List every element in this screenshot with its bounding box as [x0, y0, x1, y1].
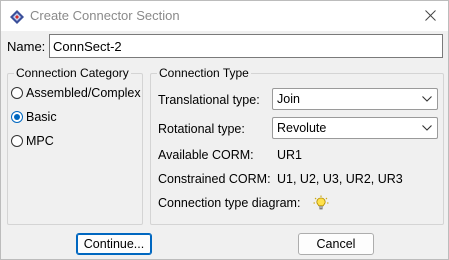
- radio-label: MPC: [26, 134, 54, 148]
- connection-type-legend: Connection Type: [157, 66, 251, 80]
- close-button[interactable]: [412, 1, 448, 31]
- radio-basic[interactable]: Basic: [11, 109, 57, 125]
- rotational-type-value: Revolute: [277, 121, 327, 135]
- translational-type-label: Translational type:: [158, 93, 260, 107]
- chevron-down-icon: [422, 96, 432, 102]
- radio-button[interactable]: [11, 111, 23, 123]
- radio-label: Basic: [26, 110, 57, 124]
- radio-button[interactable]: [11, 135, 23, 147]
- connection-category-legend: Connection Category: [14, 66, 131, 80]
- abaqus-icon: [9, 9, 25, 25]
- radio-button[interactable]: [11, 87, 23, 99]
- cancel-button[interactable]: Cancel: [298, 233, 374, 255]
- radio-assembled-complex[interactable]: Assembled/Complex: [11, 85, 141, 101]
- connection-category-group: Connection Category Assembled/Complex Ba…: [7, 66, 143, 225]
- connection-type-group: Connection Type Translational type: Join…: [150, 66, 444, 225]
- constrained-corm-value: U1, U2, U3, UR2, UR3: [277, 172, 403, 186]
- constrained-corm-label: Constrained CORM:: [158, 172, 271, 186]
- window-title: Create Connector Section: [30, 8, 180, 23]
- name-label: Name:: [7, 39, 46, 54]
- radio-mpc[interactable]: MPC: [11, 133, 54, 149]
- name-input[interactable]: [49, 34, 443, 58]
- lightbulb-icon[interactable]: [313, 195, 329, 211]
- rotational-type-label: Rotational type:: [158, 122, 245, 136]
- title-bar[interactable]: Create Connector Section: [1, 1, 448, 31]
- close-icon: [425, 10, 436, 21]
- available-corm-value: UR1: [277, 148, 303, 162]
- translational-type-value: Join: [277, 92, 300, 106]
- rotational-type-select[interactable]: Revolute: [272, 117, 438, 139]
- radio-label: Assembled/Complex: [26, 86, 141, 100]
- chevron-down-icon: [422, 125, 432, 131]
- translational-type-select[interactable]: Join: [272, 88, 438, 110]
- create-connector-section-dialog: Create Connector Section Name: Connectio…: [0, 0, 449, 260]
- connection-type-diagram-label: Connection type diagram:: [158, 196, 301, 210]
- continue-button[interactable]: Continue...: [76, 233, 152, 255]
- available-corm-label: Available CORM:: [158, 148, 254, 162]
